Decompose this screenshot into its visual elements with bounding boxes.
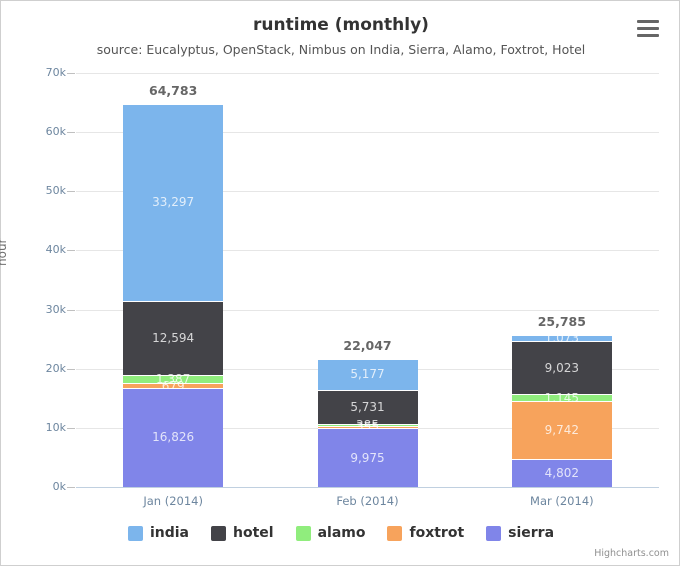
hamburger-bar — [637, 34, 659, 37]
y-axis-tick-mark — [67, 132, 75, 134]
legend-item-hotel[interactable]: hotel — [211, 525, 274, 541]
y-axis-tick-mark — [67, 309, 75, 311]
stack-total-label: 25,785 — [537, 313, 586, 329]
y-axis-tick-mark — [67, 191, 75, 193]
legend-item-sierra[interactable]: sierra — [486, 525, 554, 541]
data-label-sierra: 4,802 — [544, 465, 579, 480]
legend-swatch-alamo — [295, 525, 311, 541]
data-label-india: 5,177 — [350, 367, 385, 382]
y-axis-tick-label: 70k — [45, 66, 66, 79]
legend-swatch-foxtrot — [387, 525, 403, 541]
y-axis-tick-mark — [67, 368, 75, 370]
column-segment-alamo[interactable]: 1,145 — [511, 391, 612, 405]
column-stack[interactable]: 1,073 9,023 1,145 9,742 4,802 25,785 — [511, 314, 612, 487]
gridline — [76, 73, 659, 74]
highcharts-chart: runtime (monthly) source: Eucalyptus, Op… — [0, 0, 680, 566]
column-segment-alamo[interactable]: 1,387 — [123, 372, 224, 386]
chart-subtitle: source: Eucalyptus, OpenStack, Nimbus on… — [96, 42, 586, 57]
data-label-hotel: 12,594 — [152, 331, 195, 346]
column-segment-india[interactable]: 33,297 — [123, 103, 224, 301]
x-axis-category-label: Jan (2014) — [143, 494, 203, 508]
column-segment-sierra[interactable]: 4,802 — [511, 458, 612, 487]
column-segment-hotel[interactable]: 9,023 — [511, 340, 612, 395]
y-axis-title: hour — [0, 238, 9, 267]
column-segment-sierra[interactable]: 16,826 — [123, 387, 224, 487]
x-axis-category-label: Mar (2014) — [530, 494, 594, 508]
column-segment-hotel[interactable]: 5,731 — [317, 389, 418, 424]
legend-label: alamo — [317, 525, 366, 541]
y-axis-tick-label: 40k — [45, 243, 66, 257]
data-label-foxtrot: 9,742 — [544, 422, 579, 437]
y-axis-tick-label: 30k — [45, 302, 66, 316]
plot-area: 33,297 12,594 1,387 679 16,826 64,783 5,177 5,7… — [76, 73, 659, 487]
legend-swatch-hotel — [211, 525, 226, 541]
legend-label: foxtrot — [409, 525, 465, 541]
y-axis-tick-mark — [67, 73, 75, 74]
credits-label: Highcharts.com — [594, 548, 669, 559]
legend-label: hotel — [233, 525, 274, 541]
data-label-hotel: 9,023 — [544, 360, 579, 375]
data-label-hotel: 5,731 — [350, 399, 385, 414]
chart-legend: india hotel alamo foxtrot sierra — [1, 525, 680, 541]
legend-swatch-sierra — [486, 525, 502, 541]
legend-swatch-india — [127, 525, 143, 541]
legend-label: sierra — [508, 525, 555, 541]
y-axis-tick-label: 60k — [45, 125, 66, 139]
data-label-sierra: 16,826 — [152, 430, 195, 445]
legend-item-india[interactable]: india — [127, 525, 189, 541]
y-axis-tick-mark — [67, 427, 75, 429]
y-axis-tick-mark — [67, 250, 75, 252]
stack-total-label: 64,783 — [149, 82, 198, 98]
column-stack[interactable]: 33,297 12,594 1,387 679 16,826 64,783 — [123, 83, 224, 487]
column-segment-hotel[interactable]: 12,594 — [123, 300, 224, 376]
y-axis-tick-label: 50k — [45, 184, 66, 198]
y-axis-tick-label: 0k — [52, 480, 66, 493]
column-segment-india[interactable]: 5,177 — [317, 359, 418, 390]
y-axis-tick-label: 20k — [45, 361, 66, 375]
column-segment-foxtrot[interactable]: 9,742 — [511, 401, 612, 459]
hamburger-bar — [637, 27, 659, 30]
stack-total-label: 22,047 — [343, 338, 392, 354]
data-label-sierra: 9,975 — [350, 450, 385, 465]
legend-item-foxtrot[interactable]: foxtrot — [387, 525, 464, 541]
y-axis-tick-mark — [67, 487, 75, 488]
y-axis-tick-label: 10k — [45, 420, 66, 434]
chart-title: runtime (monthly) — [253, 15, 429, 35]
hamburger-menu-icon[interactable] — [635, 18, 663, 42]
legend-item-alamo[interactable]: alamo — [295, 525, 366, 541]
x-axis-line — [76, 487, 659, 488]
column-stack[interactable]: 5,177 5,731 385 355 9,975 22,047 — [317, 338, 418, 487]
column-segment-sierra[interactable]: 9,975 — [317, 428, 418, 487]
data-label-india: 33,297 — [152, 195, 195, 210]
x-axis-category-label: Feb (2014) — [336, 494, 399, 508]
hamburger-bar — [637, 20, 659, 23]
legend-label: india — [149, 525, 189, 541]
